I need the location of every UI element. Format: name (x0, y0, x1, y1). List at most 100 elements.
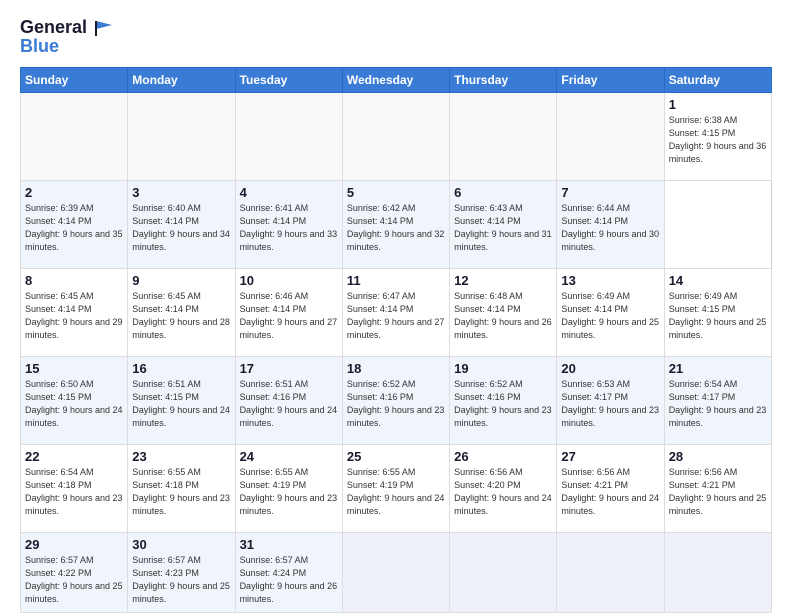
day-info: Sunrise: 6:48 AMSunset: 4:14 PMDaylight:… (454, 291, 552, 340)
day-number: 20 (561, 361, 659, 376)
calendar-day: 28 Sunrise: 6:56 AMSunset: 4:21 PMDayligh… (664, 444, 771, 532)
page: General Blue SundayMondayTuesdayWednesda… (0, 0, 792, 612)
day-number: 25 (347, 449, 445, 464)
day-info: Sunrise: 6:47 AMSunset: 4:14 PMDaylight:… (347, 291, 445, 340)
calendar-day: 21Sunrise: 6:54 AMSunset: 4:17 PMDayligh… (664, 356, 771, 444)
empty-cell (21, 92, 128, 180)
empty-cell (342, 532, 449, 612)
day-number: 28 (669, 449, 767, 464)
day-info: Sunrise: 6:53 AMSunset: 4:17 PMDaylight:… (561, 379, 659, 428)
calendar-week-row: 15 Sunrise: 6:50 AMSunset: 4:15 PMDayligh… (21, 356, 772, 444)
day-info: Sunrise: 6:41 AMSunset: 4:14 PMDaylight:… (240, 203, 338, 252)
day-info: Sunrise: 6:44 AMSunset: 4:14 PMDaylight:… (561, 203, 659, 252)
day-info: Sunrise: 6:45 AMSunset: 4:14 PMDaylight:… (132, 291, 230, 340)
day-info: Sunrise: 6:40 AMSunset: 4:14 PMDaylight:… (132, 203, 230, 252)
empty-cell (664, 532, 771, 612)
day-info: Sunrise: 6:52 AMSunset: 4:16 PMDaylight:… (454, 379, 552, 428)
calendar-day: 25 Sunrise: 6:55 AMSunset: 4:19 PMDayligh… (342, 444, 449, 532)
day-info: Sunrise: 6:51 AMSunset: 4:15 PMDaylight:… (132, 379, 230, 428)
day-number: 4 (240, 185, 338, 200)
day-number: 3 (132, 185, 230, 200)
day-info: Sunrise: 6:56 AMSunset: 4:21 PMDaylight:… (561, 467, 659, 516)
logo-blue-text: Blue (20, 36, 59, 57)
calendar-day: 23 Sunrise: 6:55 AMSunset: 4:18 PMDayligh… (128, 444, 235, 532)
day-number: 22 (25, 449, 123, 464)
calendar-day: 31 Sunrise: 6:57 AMSunset: 4:24 PMDayligh… (235, 532, 342, 612)
calendar-day: 17 Sunrise: 6:51 AMSunset: 4:16 PMDayligh… (235, 356, 342, 444)
empty-cell (235, 92, 342, 180)
calendar-day: 29 Sunrise: 6:57 AMSunset: 4:22 PMDayligh… (21, 532, 128, 612)
day-number: 27 (561, 449, 659, 464)
header: General Blue (20, 18, 772, 57)
calendar-day: 7Sunrise: 6:44 AMSunset: 4:14 PMDaylight… (557, 180, 664, 268)
day-number: 2 (25, 185, 123, 200)
calendar-day: 6 Sunrise: 6:43 AMSunset: 4:14 PMDaylight… (450, 180, 557, 268)
calendar-header-row: SundayMondayTuesdayWednesdayThursdayFrid… (21, 67, 772, 92)
day-info: Sunrise: 6:57 AMSunset: 4:24 PMDaylight:… (240, 555, 338, 604)
calendar-day: 1Sunrise: 6:38 AMSunset: 4:15 PMDaylight… (664, 92, 771, 180)
day-number: 29 (25, 537, 123, 552)
day-number: 17 (240, 361, 338, 376)
calendar-day: 13 Sunrise: 6:49 AMSunset: 4:14 PMDayligh… (557, 268, 664, 356)
column-header-friday: Friday (557, 67, 664, 92)
day-info: Sunrise: 6:52 AMSunset: 4:16 PMDaylight:… (347, 379, 445, 428)
day-number: 16 (132, 361, 230, 376)
day-info: Sunrise: 6:45 AMSunset: 4:14 PMDaylight:… (25, 291, 123, 340)
day-info: Sunrise: 6:50 AMSunset: 4:15 PMDaylight:… (25, 379, 123, 428)
column-header-wednesday: Wednesday (342, 67, 449, 92)
day-info: Sunrise: 6:57 AMSunset: 4:22 PMDaylight:… (25, 555, 123, 604)
calendar-body: 1Sunrise: 6:38 AMSunset: 4:15 PMDaylight… (21, 92, 772, 612)
day-info: Sunrise: 6:51 AMSunset: 4:16 PMDaylight:… (240, 379, 338, 428)
calendar-day: 2Sunrise: 6:39 AMSunset: 4:14 PMDaylight… (21, 180, 128, 268)
calendar-day: 18Sunrise: 6:52 AMSunset: 4:16 PMDayligh… (342, 356, 449, 444)
day-number: 9 (132, 273, 230, 288)
day-number: 11 (347, 273, 445, 288)
day-number: 13 (561, 273, 659, 288)
day-info: Sunrise: 6:49 AMSunset: 4:15 PMDaylight:… (669, 291, 767, 340)
column-header-thursday: Thursday (450, 67, 557, 92)
calendar-day: 3 Sunrise: 6:40 AMSunset: 4:14 PMDaylight… (128, 180, 235, 268)
calendar-week-row: 8Sunrise: 6:45 AMSunset: 4:14 PMDaylight… (21, 268, 772, 356)
day-number: 26 (454, 449, 552, 464)
calendar-day: 26Sunrise: 6:56 AMSunset: 4:20 PMDayligh… (450, 444, 557, 532)
day-number: 15 (25, 361, 123, 376)
day-number: 5 (347, 185, 445, 200)
calendar-day: 10Sunrise: 6:46 AMSunset: 4:14 PMDayligh… (235, 268, 342, 356)
calendar-day: 8Sunrise: 6:45 AMSunset: 4:14 PMDaylight… (21, 268, 128, 356)
day-info: Sunrise: 6:55 AMSunset: 4:19 PMDaylight:… (347, 467, 445, 516)
calendar-day: 14 Sunrise: 6:49 AMSunset: 4:15 PMDayligh… (664, 268, 771, 356)
day-number: 12 (454, 273, 552, 288)
logo-flag-icon (94, 19, 116, 37)
calendar-day: 30 Sunrise: 6:57 AMSunset: 4:23 PMDayligh… (128, 532, 235, 612)
day-number: 21 (669, 361, 767, 376)
day-info: Sunrise: 6:55 AMSunset: 4:19 PMDaylight:… (240, 467, 338, 516)
day-number: 31 (240, 537, 338, 552)
logo: General Blue (20, 18, 116, 57)
column-header-saturday: Saturday (664, 67, 771, 92)
day-number: 23 (132, 449, 230, 464)
calendar-day: 16 Sunrise: 6:51 AMSunset: 4:15 PMDayligh… (128, 356, 235, 444)
day-info: Sunrise: 6:46 AMSunset: 4:14 PMDaylight:… (240, 291, 338, 340)
day-info: Sunrise: 6:57 AMSunset: 4:23 PMDaylight:… (132, 555, 230, 604)
empty-cell (450, 92, 557, 180)
calendar-day: 27 Sunrise: 6:56 AMSunset: 4:21 PMDayligh… (557, 444, 664, 532)
day-number: 6 (454, 185, 552, 200)
day-info: Sunrise: 6:38 AMSunset: 4:15 PMDaylight:… (669, 115, 767, 164)
day-info: Sunrise: 6:43 AMSunset: 4:14 PMDaylight:… (454, 203, 552, 252)
calendar-day: 12 Sunrise: 6:48 AMSunset: 4:14 PMDayligh… (450, 268, 557, 356)
calendar-day: 9 Sunrise: 6:45 AMSunset: 4:14 PMDaylight… (128, 268, 235, 356)
day-info: Sunrise: 6:49 AMSunset: 4:14 PMDaylight:… (561, 291, 659, 340)
day-number: 14 (669, 273, 767, 288)
column-header-sunday: Sunday (21, 67, 128, 92)
day-info: Sunrise: 6:55 AMSunset: 4:18 PMDaylight:… (132, 467, 230, 516)
day-number: 30 (132, 537, 230, 552)
day-number: 24 (240, 449, 338, 464)
day-number: 19 (454, 361, 552, 376)
empty-cell (557, 92, 664, 180)
day-info: Sunrise: 6:56 AMSunset: 4:21 PMDaylight:… (669, 467, 767, 516)
calendar-day: 11 Sunrise: 6:47 AMSunset: 4:14 PMDayligh… (342, 268, 449, 356)
logo-general: General (20, 17, 87, 37)
calendar-week-row: 1Sunrise: 6:38 AMSunset: 4:15 PMDaylight… (21, 92, 772, 180)
calendar-week-row: 29 Sunrise: 6:57 AMSunset: 4:22 PMDayligh… (21, 532, 772, 612)
calendar-day: 20 Sunrise: 6:53 AMSunset: 4:17 PMDayligh… (557, 356, 664, 444)
